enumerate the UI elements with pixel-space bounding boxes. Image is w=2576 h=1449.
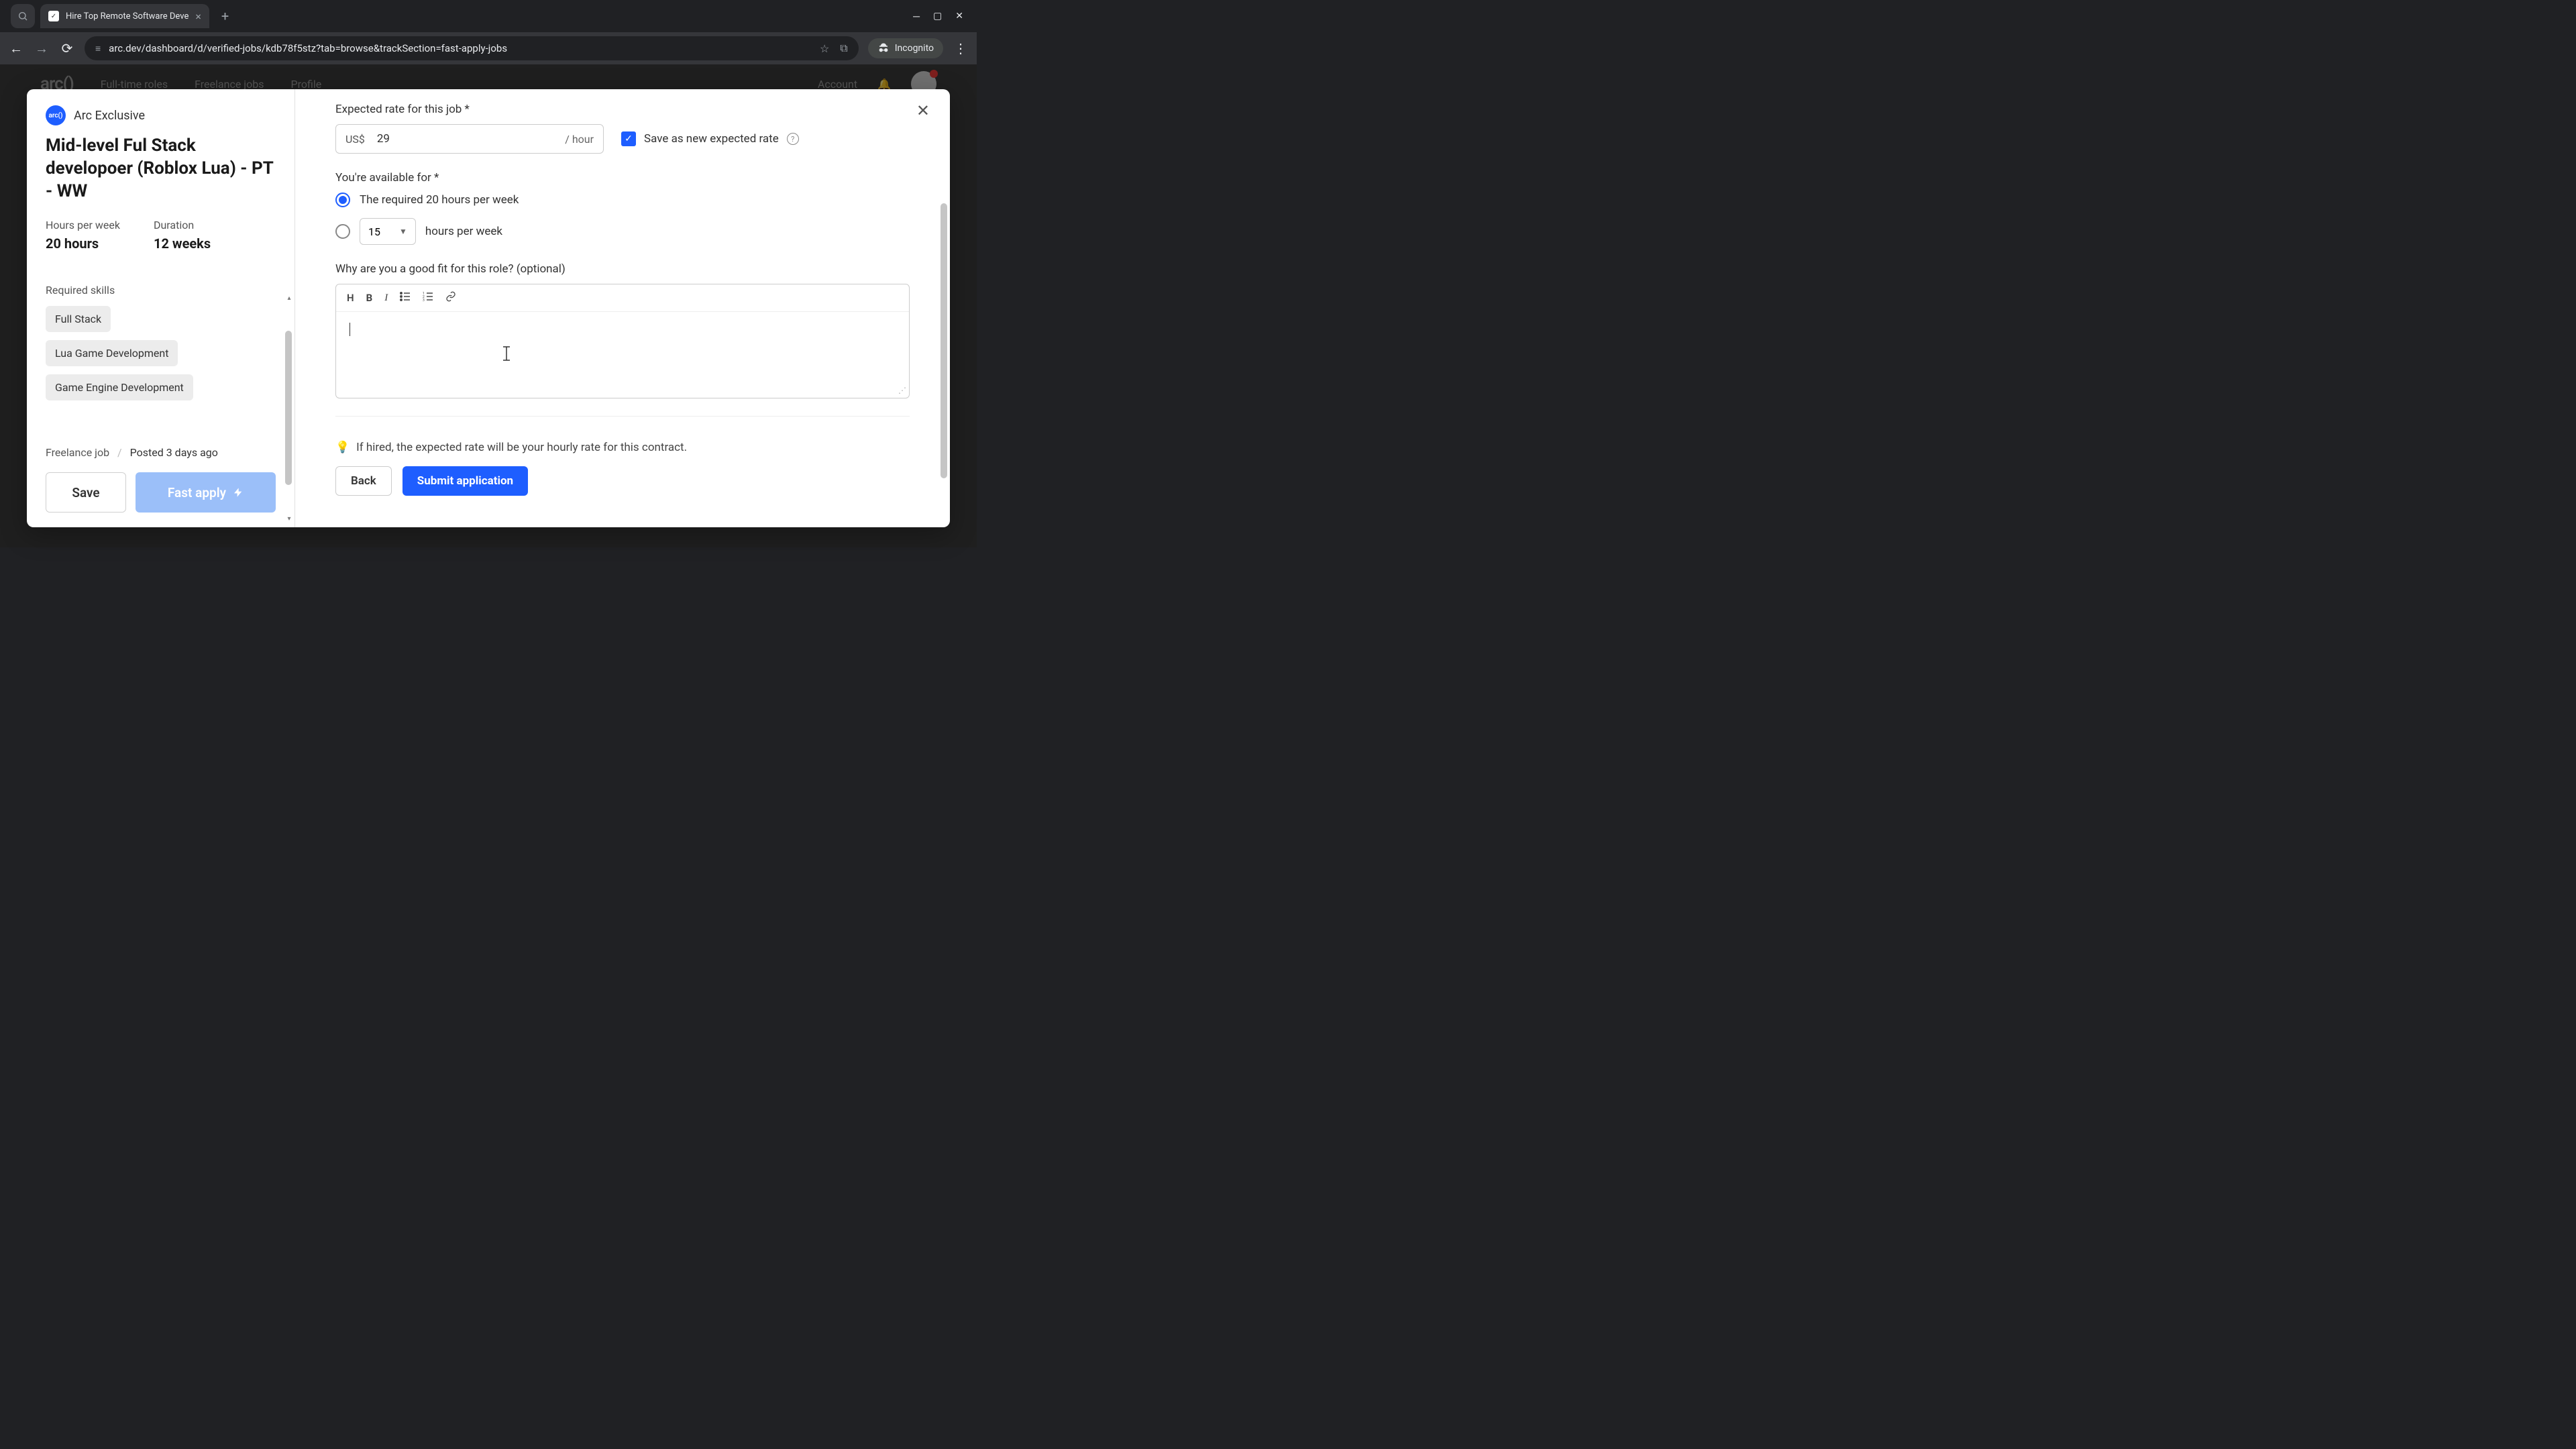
heading-icon[interactable]: H xyxy=(347,292,354,304)
rate-label: Expected rate for this job * xyxy=(335,103,910,116)
editor-textarea[interactable] xyxy=(336,312,909,386)
browser-tab-strip: ✓ Hire Top Remote Software Deve × + ─ ▢ … xyxy=(0,0,977,32)
save-rate-checkbox[interactable]: ✓ xyxy=(621,131,636,146)
resize-handle-icon[interactable]: ⋰ xyxy=(336,386,909,398)
back-icon[interactable]: ← xyxy=(8,40,24,57)
number-list-icon[interactable]: 123 xyxy=(423,292,433,304)
close-tab-icon[interactable]: × xyxy=(195,10,201,23)
text-cursor-icon xyxy=(500,345,513,362)
duration-label: Duration xyxy=(154,219,211,231)
info-icon[interactable]: ? xyxy=(787,133,799,145)
lightning-icon xyxy=(233,486,244,499)
minimize-icon[interactable]: ─ xyxy=(913,11,920,22)
skills-label: Required skills xyxy=(46,284,276,297)
rich-text-editor: H B I 123 xyxy=(335,284,910,398)
forward-icon: → xyxy=(34,40,50,57)
skill-chip: Full Stack xyxy=(46,306,111,332)
fit-label: Why are you a good fit for this role? (o… xyxy=(335,262,910,276)
menu-icon[interactable]: ⋮ xyxy=(953,40,969,56)
scroll-thumb[interactable] xyxy=(941,203,947,478)
bookmark-icon[interactable]: ☆ xyxy=(820,42,829,55)
skill-chip: Game Engine Development xyxy=(46,374,193,400)
left-scrollbar[interactable]: ▴ ▾ xyxy=(285,304,293,514)
job-summary-panel: arc() Arc Exclusive Mid-level Ful Stack … xyxy=(27,89,295,527)
window-controls: ─ ▢ ✕ xyxy=(913,11,971,22)
maximize-icon[interactable]: ▢ xyxy=(933,11,942,22)
bullet-list-icon[interactable] xyxy=(400,292,411,304)
save-button[interactable]: Save xyxy=(46,472,126,513)
job-application-modal: arc() Arc Exclusive Mid-level Ful Stack … xyxy=(27,89,950,527)
availability-label: You're available for * xyxy=(335,171,910,184)
editor-toolbar: H B I 123 xyxy=(336,284,909,312)
close-modal-button[interactable]: ✕ xyxy=(916,101,930,120)
back-button[interactable]: Back xyxy=(335,466,392,496)
extension-icon[interactable]: ⧉ xyxy=(840,42,847,55)
incognito-badge[interactable]: Incognito xyxy=(868,38,943,58)
company-name: Arc Exclusive xyxy=(74,109,145,123)
rate-input-group[interactable]: US$ / hour xyxy=(335,124,604,154)
hint-text: If hired, the expected rate will be your… xyxy=(356,441,687,454)
link-icon[interactable] xyxy=(445,291,456,305)
save-rate-label: Save as new expected rate xyxy=(644,132,779,146)
scroll-up-icon[interactable]: ▴ xyxy=(285,294,293,303)
scroll-thumb[interactable] xyxy=(285,331,292,485)
hours-label: Hours per week xyxy=(46,219,120,231)
url-text: arc.dev/dashboard/d/verified-jobs/kdb78f… xyxy=(109,42,812,54)
browser-toolbar: ← → ⟳ ≡ arc.dev/dashboard/d/verified-job… xyxy=(0,32,977,64)
new-tab-button[interactable]: + xyxy=(215,8,235,24)
scroll-down-icon[interactable]: ▾ xyxy=(285,515,293,523)
browser-tab-active[interactable]: ✓ Hire Top Remote Software Deve × xyxy=(40,4,209,28)
tab-search-icon[interactable] xyxy=(11,4,35,28)
site-info-icon[interactable]: ≡ xyxy=(95,43,101,54)
submit-application-button[interactable]: Submit application xyxy=(402,466,528,496)
job-type: Freelance job xyxy=(46,446,109,459)
availability-radio-custom[interactable] xyxy=(335,224,350,239)
custom-hours-suffix: hours per week xyxy=(425,225,502,238)
incognito-label: Incognito xyxy=(895,43,934,54)
posted-time: Posted 3 days ago xyxy=(130,446,218,459)
hours-value: 20 hours xyxy=(46,235,120,252)
custom-hours-select[interactable]: 15 ▼ xyxy=(360,218,416,245)
close-window-icon[interactable]: ✕ xyxy=(955,11,963,22)
skill-chip: Lua Game Development xyxy=(46,340,178,366)
application-form-panel: ✕ Expected rate for this job * US$ / hou… xyxy=(295,89,950,527)
right-scrollbar[interactable] xyxy=(939,96,949,521)
tab-title: Hire Top Remote Software Deve xyxy=(66,11,189,21)
rate-suffix: / hour xyxy=(565,133,594,146)
availability-radio-required[interactable] xyxy=(335,193,350,207)
italic-icon[interactable]: I xyxy=(384,292,388,304)
job-title: Mid-level Ful Stack developoer (Roblox L… xyxy=(46,135,276,203)
svg-text:3: 3 xyxy=(423,299,425,301)
tab-favicon: ✓ xyxy=(48,11,59,21)
reload-icon[interactable]: ⟳ xyxy=(59,40,75,56)
chevron-down-icon: ▼ xyxy=(399,227,407,236)
duration-value: 12 weeks xyxy=(154,235,211,252)
bold-icon[interactable]: B xyxy=(366,292,373,304)
availability-required-label: The required 20 hours per week xyxy=(360,193,519,207)
company-logo: arc() xyxy=(46,105,66,125)
lightbulb-icon: 💡 xyxy=(335,441,350,454)
rate-input[interactable] xyxy=(377,132,565,146)
currency-label: US$ xyxy=(345,133,365,146)
address-bar[interactable]: ≡ arc.dev/dashboard/d/verified-jobs/kdb7… xyxy=(85,36,859,60)
fast-apply-button[interactable]: Fast apply xyxy=(136,472,276,513)
